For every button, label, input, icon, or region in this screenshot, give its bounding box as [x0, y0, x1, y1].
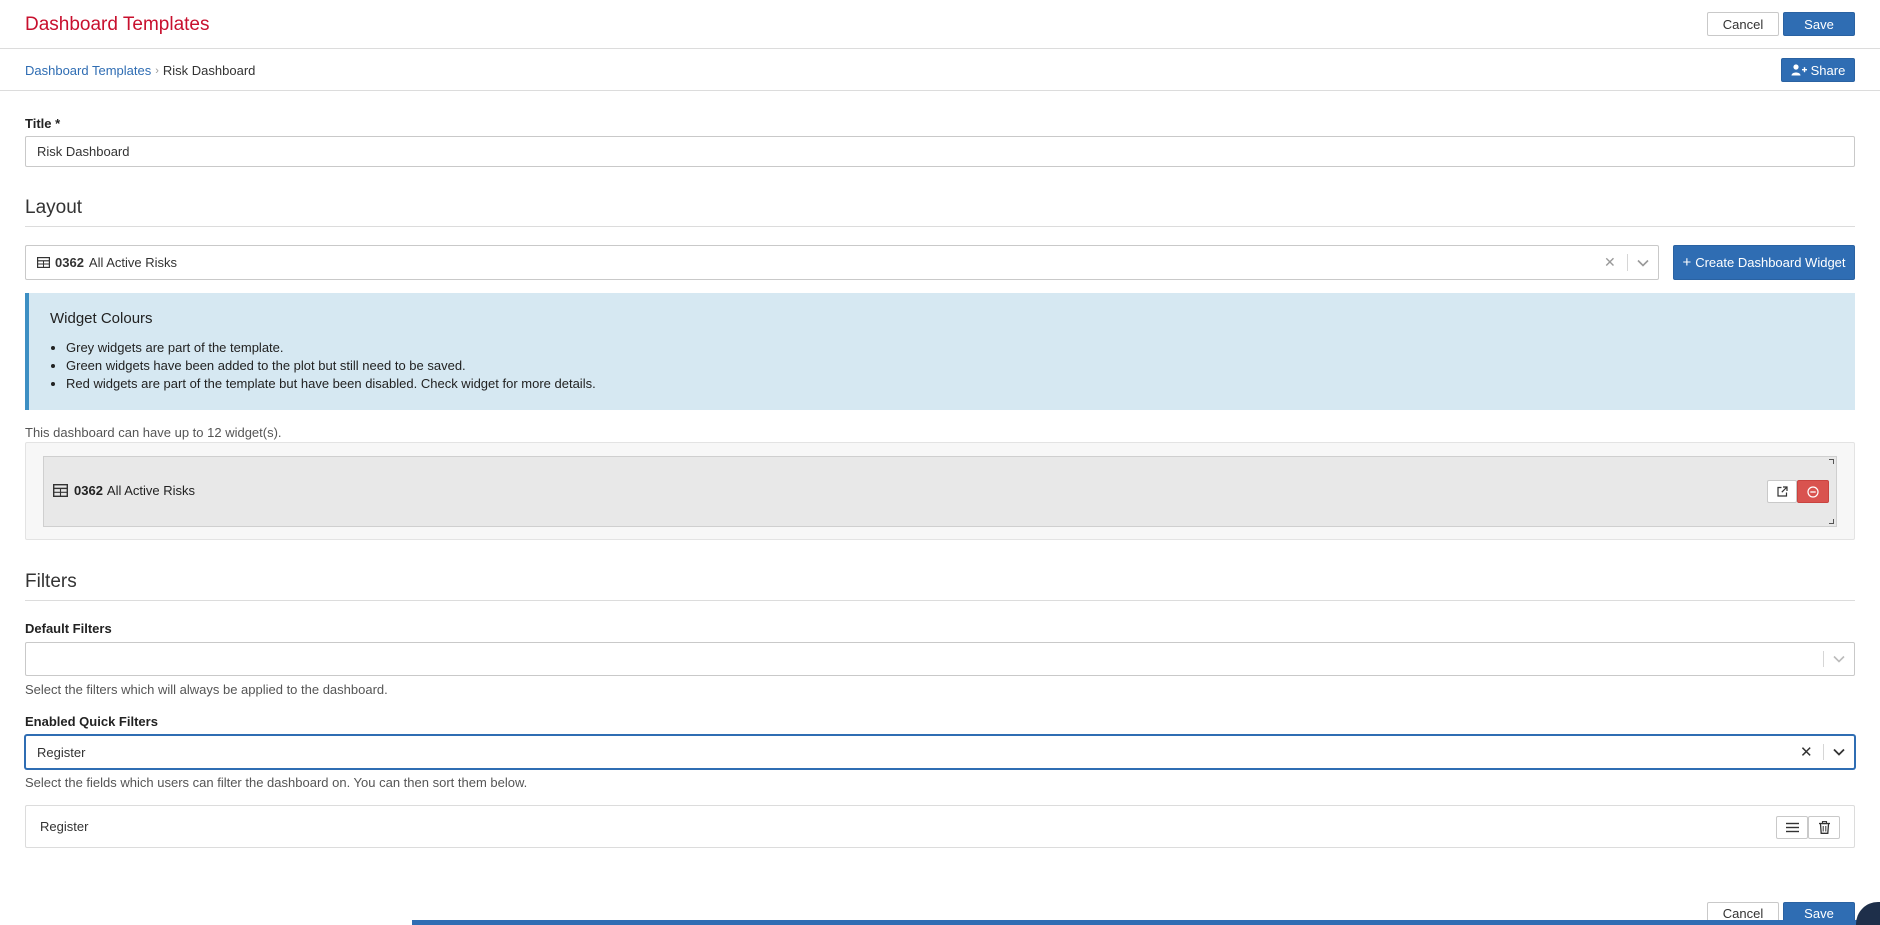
layout-divider	[25, 226, 1855, 227]
default-filters-help: Select the filters which will always be …	[25, 682, 388, 697]
default-filters-label: Default Filters	[25, 621, 112, 636]
quick-filters-label: Enabled Quick Filters	[25, 714, 158, 729]
widget-code: 0362	[74, 483, 103, 498]
chevron-down-icon[interactable]	[1833, 643, 1845, 675]
save-button[interactable]: Save	[1783, 12, 1855, 36]
table-icon	[37, 257, 50, 268]
default-filters-select[interactable]	[25, 642, 1855, 676]
share-button[interactable]: Share	[1781, 58, 1855, 82]
resize-handle-top[interactable]	[1829, 459, 1834, 464]
table-icon	[53, 484, 68, 497]
external-link-icon	[1776, 486, 1788, 497]
user-plus-icon	[1791, 64, 1807, 76]
drag-handle-button[interactable]	[1776, 816, 1808, 839]
clear-icon[interactable]: ✕	[1800, 736, 1813, 768]
quick-filter-name: Register	[40, 819, 89, 834]
bottom-progress-bar	[412, 920, 1880, 925]
widget-select[interactable]: 0362 All Active Risks ✕	[25, 245, 1659, 280]
widget-name: All Active Risks	[106, 483, 196, 498]
minus-circle-icon	[1807, 485, 1819, 498]
title-input[interactable]: Risk Dashboard	[25, 136, 1855, 167]
quick-filters-help: Select the fields which users can filter…	[25, 775, 528, 790]
layout-heading: Layout	[25, 197, 83, 218]
clear-icon[interactable]: ✕	[1604, 246, 1616, 279]
create-widget-label: Create Dashboard Widget	[1695, 255, 1846, 270]
quick-filter-row: Register	[25, 805, 1855, 848]
trash-icon	[1818, 821, 1830, 834]
breadcrumb: Dashboard Templates › Risk Dashboard	[25, 63, 255, 78]
filters-divider	[25, 600, 1855, 601]
bars-icon	[1785, 822, 1799, 833]
breadcrumb-link-dashboard-templates[interactable]: Dashboard Templates	[25, 63, 151, 78]
share-label: Share	[1810, 62, 1846, 78]
quick-filters-select[interactable]: Register ✕	[25, 735, 1855, 769]
alert-item: Red widgets are part of the template but…	[66, 375, 596, 393]
resize-handle-bottom[interactable]	[1829, 519, 1834, 524]
title-label: Title *	[25, 116, 61, 131]
widget-card[interactable]: 0362 All Active Risks	[43, 456, 1837, 527]
delete-quick-filter-button[interactable]	[1808, 816, 1840, 839]
cancel-button[interactable]: Cancel	[1707, 12, 1779, 36]
disable-widget-button[interactable]	[1797, 480, 1829, 503]
select-divider	[1627, 254, 1628, 271]
select-divider	[1823, 651, 1824, 667]
widget-limit-text: This dashboard can have up to 12 widget(…	[25, 425, 282, 440]
alert-item: Green widgets have been added to the plo…	[66, 357, 596, 375]
chevron-down-icon[interactable]	[1833, 736, 1845, 768]
filters-heading: Filters	[25, 571, 77, 592]
corner-fold	[1856, 902, 1880, 925]
quick-filters-value: Register	[37, 744, 86, 760]
alert-item: Grey widgets are part of the template.	[66, 339, 596, 357]
app-title: Dashboard Templates	[25, 14, 210, 35]
breadcrumb-current: Risk Dashboard	[162, 63, 256, 78]
create-dashboard-widget-button[interactable]: + Create Dashboard Widget	[1673, 245, 1855, 280]
breadcrumb-separator: ›	[155, 64, 159, 77]
open-widget-button[interactable]	[1767, 480, 1797, 503]
select-divider	[1823, 744, 1824, 760]
top-bar: Dashboard Templates Cancel Save	[0, 0, 1880, 49]
selected-widget-code: 0362	[55, 255, 84, 270]
widget-colours-alert: Widget Colours Grey widgets are part of …	[25, 293, 1855, 410]
alert-title: Widget Colours	[50, 310, 153, 327]
widget-grid: 0362 All Active Risks	[25, 442, 1855, 540]
breadcrumb-bar: Dashboard Templates › Risk Dashboard Sha…	[0, 50, 1880, 91]
selected-widget-name: All Active Risks	[88, 255, 178, 270]
plus-icon: +	[1682, 254, 1692, 271]
alert-list: Grey widgets are part of the template. G…	[66, 339, 596, 393]
chevron-down-icon[interactable]	[1637, 246, 1649, 279]
